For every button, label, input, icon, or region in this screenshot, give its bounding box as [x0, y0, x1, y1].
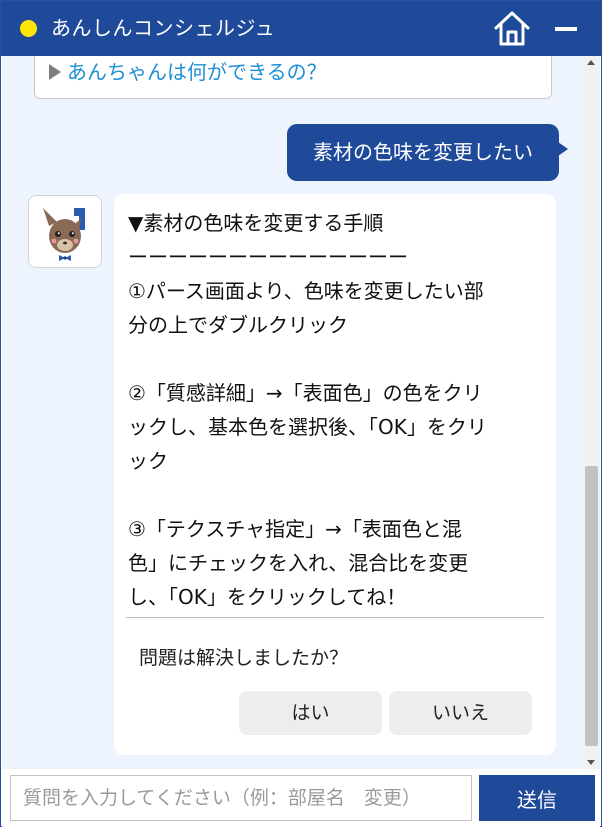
triangle-right-icon [49, 64, 61, 80]
home-button[interactable] [493, 10, 531, 46]
yes-button[interactable]: はい [239, 691, 382, 735]
input-bar: 送信 [2, 769, 600, 827]
chat-scrollbar[interactable] [583, 56, 600, 769]
home-icon [494, 11, 530, 46]
minimize-icon [555, 27, 577, 31]
bot-message-text: ▼素材の色味を変更する手順 ーーーーーーーーーーーーーー ①パース画面より、色味… [128, 206, 548, 614]
divider [126, 617, 544, 618]
scroll-down-arrow-icon[interactable] [587, 760, 595, 765]
bot-line: ①パース画面より、色味を変更したい部 [128, 279, 484, 303]
send-button[interactable]: 送信 [479, 775, 595, 821]
bot-line: ③「テクスチャ指定」→「表面色と混 [128, 517, 462, 541]
minimize-button[interactable] [553, 15, 579, 41]
app-title: あんしんコンシェルジュ [51, 16, 276, 40]
bot-line [128, 342, 548, 376]
bot-line: ックし、基本色を選択後、「OK」をクリ [128, 415, 487, 439]
bot-line: 色」にチェックを入れ、混合比を変更 [128, 551, 469, 575]
bot-message-bubble: ▼素材の色味を変更する手順 ーーーーーーーーーーーーーー ①パース画面より、色味… [114, 194, 556, 755]
header-bar: あんしんコンシェルジュ [1, 1, 601, 56]
suggestion-link[interactable]: あんちゃんは何ができるの？ [49, 59, 327, 85]
scroll-thumb[interactable] [585, 466, 598, 746]
bot-line: 分の上でダブルクリック [128, 313, 348, 337]
chat-window: あんしんコンシェルジュ あんちゃんは何ができるの？ 素材の色味を変更したい ▼素… [0, 0, 602, 827]
bot-line: ーーーーーーーーーーーーーー [128, 245, 408, 269]
user-message-bubble: 素材の色味を変更したい [287, 124, 568, 181]
bot-line: し、「OK」をクリックしてね！ [128, 585, 407, 609]
status-indicator [20, 20, 37, 37]
bot-avatar [28, 195, 102, 268]
resolved-question: 問題は解決しましたか？ [139, 647, 349, 669]
deer-mascot-icon [43, 208, 85, 261]
question-input[interactable] [10, 775, 472, 821]
scroll-up-arrow-icon[interactable] [587, 60, 595, 65]
bot-line [128, 478, 548, 512]
suggestion-label: あんちゃんは何ができるの？ [67, 60, 327, 84]
bot-line: ②「質感詳細」→「表面色」の色をクリ [128, 381, 483, 405]
bot-line: ック [128, 449, 168, 473]
chat-log[interactable]: あんちゃんは何ができるの？ 素材の色味を変更したい ▼素材の色味を変更する手順 … [2, 56, 600, 769]
suggestion-card: あんちゃんは何ができるの？ [34, 56, 552, 99]
no-button[interactable]: いいえ [389, 691, 532, 735]
bot-line: ▼素材の色味を変更する手順 [128, 211, 384, 235]
